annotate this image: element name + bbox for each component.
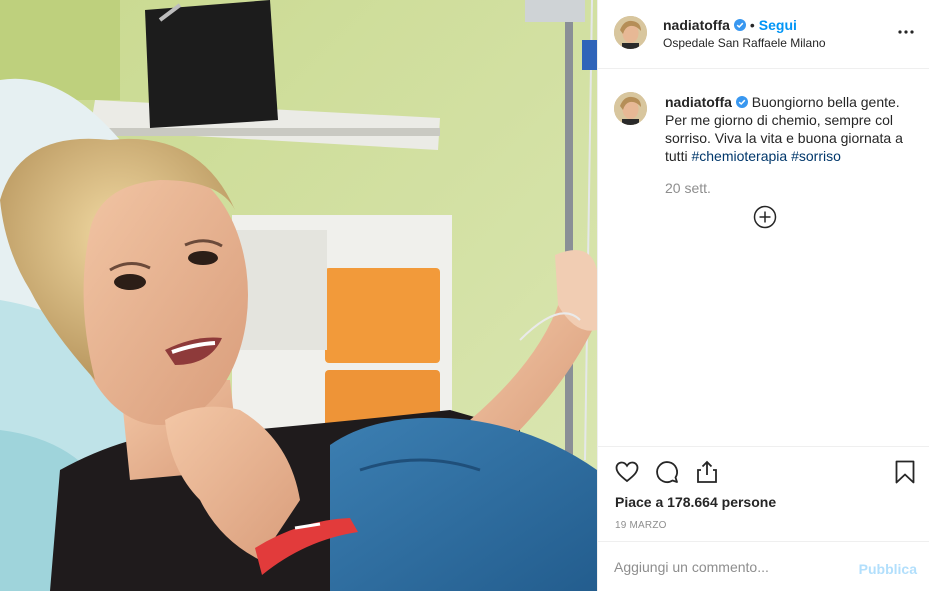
comment-input[interactable]: [614, 554, 844, 580]
verified-badge-icon: [733, 18, 746, 31]
bookmark-icon[interactable]: [892, 459, 918, 485]
caption-timestamp: 20 sett.: [665, 180, 711, 196]
likes-count[interactable]: Piace a 178.664 persone: [615, 494, 776, 510]
publish-button[interactable]: Pubblica: [859, 561, 917, 577]
caption-section: nadiatoffa Buongiorno bella gente. Per m…: [598, 70, 929, 446]
header-username-line: nadiatoffa • Segui: [663, 17, 797, 33]
follow-button[interactable]: Segui: [759, 17, 797, 33]
share-icon[interactable]: [694, 459, 720, 485]
post-photo-illustration: [0, 0, 597, 591]
location-link[interactable]: Ospedale San Raffaele Milano: [663, 36, 826, 50]
comment-bubble-icon[interactable]: [654, 459, 680, 485]
verified-badge-icon: [735, 94, 748, 108]
caption-avatar[interactable]: [614, 92, 647, 125]
caption-text: nadiatoffa Buongiorno bella gente. Per m…: [665, 93, 915, 165]
comment-bar: Pubblica: [598, 541, 929, 591]
separator-dot: •: [749, 17, 755, 33]
post-author-username[interactable]: nadiatoffa: [663, 17, 730, 33]
plus-circle-icon[interactable]: [753, 205, 777, 229]
post-side-panel: nadiatoffa • Segui Ospedale San Raffaele M…: [597, 0, 929, 591]
post-date: 19 MARZO: [615, 520, 667, 531]
more-options-icon[interactable]: [896, 22, 916, 42]
post-photo[interactable]: [0, 0, 597, 591]
caption-username[interactable]: nadiatoffa: [665, 94, 732, 110]
avatar[interactable]: [614, 16, 647, 49]
hashtag-chemioterapia[interactable]: #chemioterapia: [691, 148, 787, 164]
post-actions: Piace a 178.664 persone 19 MARZO: [598, 446, 929, 541]
heart-icon[interactable]: [614, 459, 640, 485]
post-header: nadiatoffa • Segui Ospedale San Raffaele M…: [598, 0, 929, 69]
hashtag-sorriso[interactable]: #sorriso: [791, 148, 841, 164]
